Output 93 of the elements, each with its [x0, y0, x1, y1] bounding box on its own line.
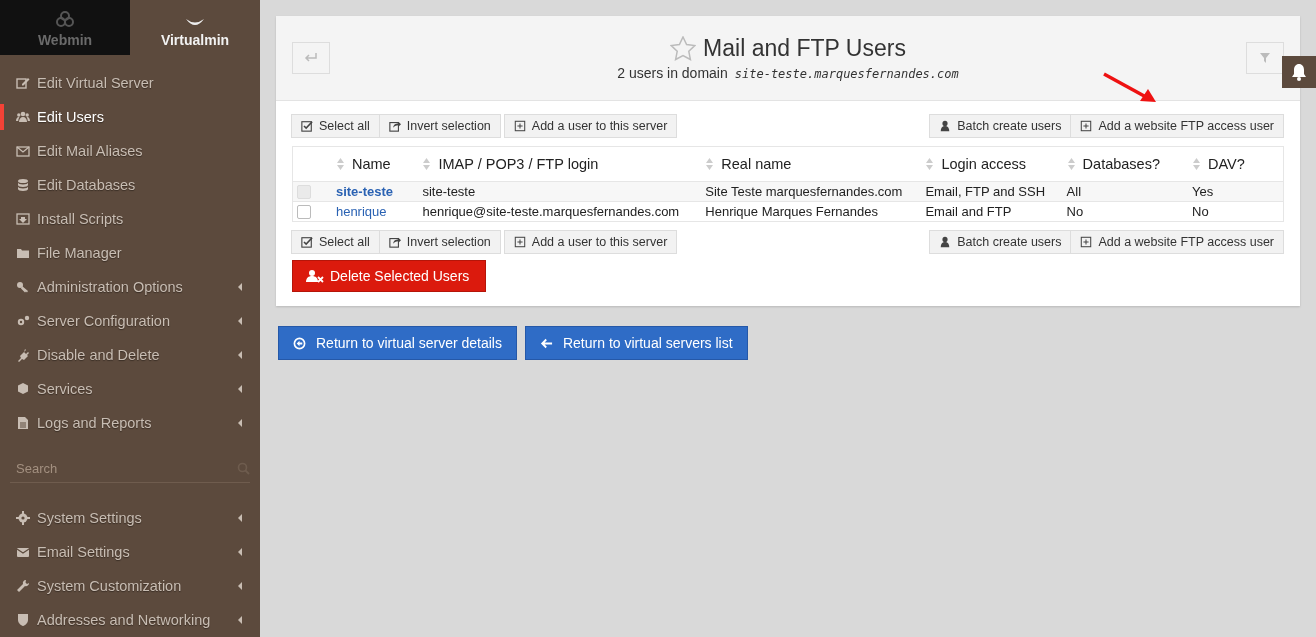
- plug-icon: [16, 348, 30, 363]
- bell-icon: [1291, 63, 1307, 81]
- table-cell: Site Teste marquesfernandes.com: [705, 184, 903, 199]
- checkbox-icon: [301, 236, 313, 248]
- sidebar-item[interactable]: System Customization: [0, 569, 260, 603]
- table-cell: henrique@site-teste.marquesfernandes.com: [422, 204, 680, 219]
- sidebar-item[interactable]: Install Scripts: [0, 202, 260, 237]
- search-field[interactable]: Search: [10, 460, 237, 476]
- column-header[interactable]: Name: [351, 156, 391, 172]
- sidebar-item[interactable]: Edit Mail Aliases: [0, 134, 260, 169]
- sidebar-item[interactable]: Addresses and Networking: [0, 603, 260, 637]
- plus-icon: [1080, 236, 1093, 248]
- sidebar-item[interactable]: Email Settings: [0, 535, 260, 569]
- sort-icon: [706, 158, 714, 170]
- edit-icon: [16, 76, 30, 91]
- table-cell: Yes: [1192, 184, 1214, 199]
- filter-icon: [1260, 53, 1270, 63]
- key-icon: [16, 280, 30, 295]
- column-header[interactable]: Real name: [721, 156, 792, 172]
- page-subtitle: 2 users in domain: [617, 65, 728, 81]
- user-link[interactable]: henrique: [335, 204, 387, 219]
- domain-name: site-teste.marquesfernandes.com: [734, 67, 959, 81]
- toolbar-button[interactable]: Add a user to this server: [503, 230, 678, 254]
- column-header[interactable]: Login access: [941, 156, 1026, 172]
- checkbox-icon: [301, 120, 313, 132]
- sidebar-item[interactable]: Services: [0, 372, 260, 407]
- user-icon: [939, 120, 952, 132]
- toolbar-button[interactable]: Select all: [291, 114, 380, 138]
- sort-icon: [423, 158, 431, 170]
- folder-icon: [16, 246, 30, 261]
- return-icon: [304, 53, 318, 63]
- back-button[interactable]: [292, 42, 330, 74]
- plus-icon: [513, 236, 526, 248]
- table-cell: No: [1192, 204, 1209, 219]
- toolbar-button[interactable]: Batch create users: [929, 230, 1072, 254]
- sidebar-item[interactable]: System Settings: [0, 501, 260, 535]
- share-icon: [388, 236, 401, 248]
- settings-icon: [16, 511, 30, 525]
- toolbar-button[interactable]: Add a user to this server: [503, 114, 678, 138]
- document-icon: [16, 416, 30, 431]
- toolbar-button[interactable]: Add a website FTP access user: [1070, 114, 1284, 138]
- shield-icon: [16, 613, 30, 627]
- table-cell: All: [1066, 184, 1082, 199]
- sidebar-item[interactable]: Edit Virtual Server: [0, 66, 260, 101]
- return-button[interactable]: Return to virtual server details: [278, 326, 517, 360]
- sort-icon: [336, 158, 344, 170]
- sort-icon: [1067, 158, 1075, 170]
- column-header[interactable]: DAV?: [1208, 156, 1245, 172]
- sidebar-item[interactable]: Server Configuration: [0, 304, 260, 339]
- sidebar-item[interactable]: Edit Users: [0, 100, 260, 135]
- row-checkbox[interactable]: [297, 204, 311, 219]
- database-icon: [16, 178, 30, 193]
- product-tab[interactable]: Virtualmin: [130, 0, 260, 56]
- toolbar-button[interactable]: Invert selection: [378, 230, 501, 254]
- toolbar-button[interactable]: Select all: [291, 230, 380, 254]
- column-header[interactable]: IMAP / POP3 / FTP login: [438, 156, 599, 172]
- toolbar-button[interactable]: Batch create users: [929, 114, 1072, 138]
- table-cell: No: [1066, 204, 1084, 219]
- sidebar-item[interactable]: Disable and Delete: [0, 338, 260, 373]
- users-icon: [16, 110, 30, 125]
- return-button[interactable]: Return to virtual servers list: [524, 326, 748, 360]
- filter-button[interactable]: [1246, 42, 1284, 74]
- share-icon: [388, 120, 401, 132]
- star-icon[interactable]: [670, 36, 697, 61]
- plus-icon: [513, 120, 526, 132]
- table-cell: Email, FTP and SSH: [925, 184, 1046, 199]
- arrow-left-icon: [539, 336, 553, 350]
- user-remove-icon: [306, 269, 324, 283]
- toolbar-button[interactable]: Invert selection: [378, 114, 501, 138]
- plus-icon: [1080, 120, 1093, 132]
- download-icon: [16, 212, 30, 227]
- table-cell: Henrique Marques Fernandes: [705, 204, 878, 219]
- envelope-icon: [16, 144, 30, 159]
- notifications-button[interactable]: [1282, 56, 1316, 88]
- sort-icon: [1193, 158, 1200, 170]
- table-cell: site-teste: [422, 184, 476, 199]
- delete-button[interactable]: Delete Selected Users: [292, 260, 487, 292]
- sidebar-item[interactable]: Administration Options: [0, 270, 260, 305]
- toolbar-button[interactable]: Add a website FTP access user: [1070, 230, 1284, 254]
- cube-icon: [16, 382, 30, 397]
- sidebar-item[interactable]: File Manager: [0, 236, 260, 271]
- wrench-icon: [16, 579, 30, 593]
- product-tab[interactable]: Webmin: [0, 0, 130, 56]
- user-icon: [939, 236, 952, 248]
- sidebar-item[interactable]: Logs and Reports: [0, 406, 260, 441]
- sidebar-item[interactable]: Edit Databases: [0, 168, 260, 203]
- back-circle-icon: [293, 336, 306, 350]
- sort-icon: [926, 158, 934, 170]
- table-cell: Email and FTP: [925, 204, 1012, 219]
- envelope-icon: [16, 545, 30, 559]
- annotation-arrow: [1102, 72, 1158, 104]
- page-title: Mail and FTP Users: [703, 35, 906, 62]
- column-header[interactable]: Databases?: [1082, 156, 1160, 172]
